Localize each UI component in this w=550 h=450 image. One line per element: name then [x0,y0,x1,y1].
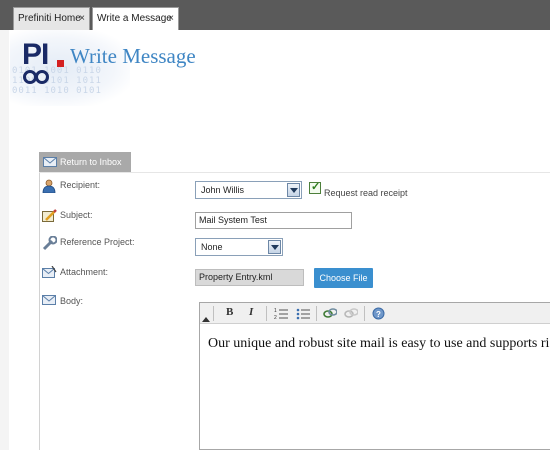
reference-project-value: None [201,242,223,252]
close-icon[interactable]: × [79,8,85,30]
form-left-divider [39,173,40,450]
left-margin-strip [0,30,9,450]
attachment-value: Property Entry.kml [199,272,273,282]
ordered-list-icon[interactable]: 1 2 [274,307,288,320]
close-icon[interactable]: × [168,8,174,30]
recipient-label: Recipient: [60,180,101,190]
editor-toolbar: B I 1 2 ? [200,303,550,324]
tab-label: Write a Message [97,13,172,24]
recipient-select[interactable]: John Willis [195,181,302,199]
reference-project-select[interactable]: None [195,238,283,256]
tab-prefiniti-home[interactable]: Prefiniti Home × [13,7,90,30]
toolbar-separator [213,306,214,321]
help-icon[interactable]: ? [372,307,385,320]
bold-button[interactable]: B [226,306,233,318]
body-label: Body: [60,296,84,306]
svg-text:2: 2 [274,315,277,320]
chevron-down-icon[interactable] [268,240,281,254]
envelope-attach-icon [42,266,57,278]
toolbar-separator [266,306,267,321]
form-top-divider [39,172,550,173]
logo-infinity-icon [23,70,49,84]
toolbar-separator [364,306,365,321]
subject-label: Subject: [60,210,93,220]
message-body-editor[interactable]: B I 1 2 ? Our unique and robust site mai… [199,302,550,450]
tab-bar: Prefiniti Home × Write a Message × [0,0,550,30]
tab-label: Prefiniti Home [18,13,81,24]
read-receipt-checkbox[interactable] [309,180,321,194]
svg-text:1: 1 [274,308,277,314]
read-receipt-label: Request read receipt [324,188,408,198]
unordered-list-icon[interactable] [296,307,310,320]
tab-write-a-message[interactable]: Write a Message × [92,7,179,30]
collapse-toolbar-icon[interactable] [202,317,210,322]
logo-dot [57,60,64,67]
message-body-text[interactable]: Our unique and robust site mail is easy … [208,336,549,352]
subject-input[interactable]: Mail System Test [195,212,352,229]
italic-button[interactable]: I [249,306,253,318]
wrench-icon [42,236,57,251]
link-icon[interactable] [323,307,337,320]
toolbar-separator [316,306,317,321]
choose-file-button[interactable]: Choose File [314,268,373,288]
person-icon [42,179,56,193]
pencil-icon [42,209,57,222]
reference-project-label: Reference Project: [60,237,135,247]
recipient-value: John Willis [201,185,245,195]
page-title: Write Message [70,44,196,68]
return-to-inbox-button[interactable]: Return to Inbox [39,152,131,172]
unlink-icon[interactable] [344,307,358,320]
attachment-label: Attachment: [60,267,109,277]
subject-value: Mail System Test [199,215,267,225]
logo: PI [22,38,49,71]
envelope-icon [42,295,56,305]
return-to-inbox-label: Return to Inbox [60,157,122,167]
chevron-down-icon[interactable] [287,183,300,197]
attachment-filename: Property Entry.kml [195,269,304,286]
envelope-icon [43,157,57,167]
svg-text:?: ? [376,310,381,319]
